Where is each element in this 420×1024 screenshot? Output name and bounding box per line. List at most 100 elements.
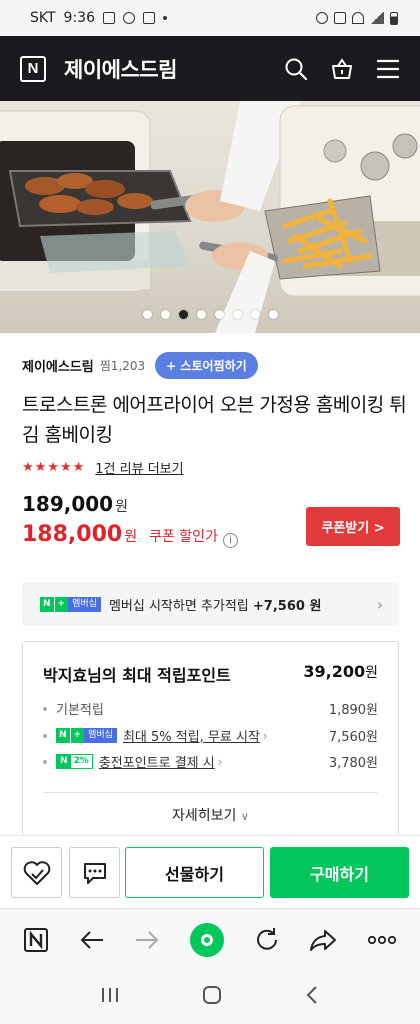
points-row-basic: 기본적립 1,890원 [43, 699, 378, 718]
naver-pay-2percent-badge: N 2% [56, 754, 93, 769]
carousel-dot[interactable] [214, 310, 224, 319]
points-total: 39,200원 [303, 662, 378, 686]
cart-icon[interactable] [330, 57, 354, 81]
android-navigation-bar [0, 970, 420, 1024]
mute-icon [334, 12, 346, 24]
home-button-icon[interactable] [201, 984, 223, 1010]
signal-icon [370, 12, 384, 24]
points-row-value: 7,560원 [328, 730, 378, 745]
camera-notification-icon [143, 12, 155, 24]
rating-row: ★★★★★ 1건 리뷰 더보기 [22, 458, 184, 477]
carousel-dot[interactable] [232, 310, 242, 319]
points-title: 박지효님의 최대 적립포인트 [43, 666, 231, 685]
max-points-box: 박지효님의 최대 적립포인트 39,200원 기본적립 1,890원 N + 멤버십… [22, 641, 399, 836]
carousel-dot-active[interactable] [178, 310, 188, 319]
sale-price: 188,000 원 쿠폰 할인가 i [22, 522, 238, 548]
currency-unit: 원 [115, 499, 128, 515]
store-title[interactable]: 제이에스드림 [64, 54, 177, 84]
talk-talk-button[interactable] [69, 847, 120, 898]
battery-icon [390, 11, 398, 25]
back-arrow-icon[interactable] [79, 929, 105, 951]
points-total-value: 39,200 [303, 662, 366, 681]
membership-banner[interactable]: N + 멤버십 멤버십 시작하면 추가적립 +7,560 원 › [22, 582, 399, 626]
naver-logo-icon[interactable]: N [20, 55, 46, 82]
coupon-price-label: 쿠폰 할인가 [149, 529, 218, 545]
chevron-down-icon: ∨ [240, 810, 249, 823]
carousel-indicator [0, 310, 420, 319]
bullet-icon [43, 706, 47, 711]
badge-plus-text: + [53, 596, 69, 612]
forward-arrow-icon[interactable] [134, 929, 160, 951]
detail-label: 자세히보기 [172, 808, 237, 824]
review-link[interactable]: 1건 리뷰 더보기 [95, 458, 183, 477]
points-unit: 원 [365, 665, 378, 681]
badge2-pct-text: 2% [73, 756, 89, 766]
product-title: 트로스트론 에어프라이어 오븐 가정용 홈베이킹 튀김 홈베이킹 [22, 394, 407, 446]
naver-home-icon[interactable] [23, 927, 49, 953]
wishlist-button[interactable] [11, 847, 62, 898]
carousel-dot[interactable] [160, 310, 170, 319]
carousel-dot[interactable] [250, 310, 260, 319]
bullet-icon [43, 759, 47, 764]
more-menu-icon[interactable] [367, 935, 397, 945]
points-row-value: 3,780원 [328, 756, 378, 771]
heart-check-icon [23, 860, 50, 885]
zzim-count: 찜1,203 [99, 359, 146, 373]
store-header: N 제이에스드림 [0, 36, 420, 101]
naver-plus-membership-badge: N + 멤버십 [40, 596, 101, 612]
badge-n-text: N [56, 728, 70, 743]
purchase-action-bar: 선물하기 구매하기 [0, 835, 420, 908]
share-icon[interactable] [309, 928, 337, 952]
gallery-notification-icon [103, 12, 115, 24]
gift-button[interactable]: 선물하기 [125, 847, 264, 898]
back-button-icon[interactable] [304, 984, 320, 1010]
info-icon[interactable]: i [222, 533, 238, 548]
points-row-label: 기본적립 [56, 703, 104, 718]
points-row-membership[interactable]: N + 멤버십 최대 5% 적립, 무료 시작 › 7,560원 [43, 726, 378, 745]
chat-bubble-icon [83, 862, 106, 884]
sale-price-value: 188,000 [22, 522, 123, 547]
clock: 9:36 [63, 10, 95, 26]
coupon-download-button[interactable]: 쿠폰받기 > [306, 507, 400, 546]
divider [43, 792, 378, 793]
badge2-n-text: N [57, 755, 71, 768]
currency-unit: 원 [124, 529, 138, 545]
more-notifications-icon [163, 16, 167, 20]
product-image-carousel[interactable] [0, 101, 420, 333]
app-notification-icon [123, 12, 135, 24]
menu-icon[interactable] [376, 58, 400, 80]
store-name-link[interactable]: 제이에스드림 [22, 356, 94, 375]
search-icon[interactable] [284, 57, 308, 81]
product-photo [0, 101, 420, 333]
carousel-dot[interactable] [268, 310, 278, 319]
star-rating-icon: ★★★★★ [22, 460, 86, 475]
store-follow-button[interactable]: + 스토어찜하기 [155, 352, 258, 379]
alarm-icon [316, 12, 328, 24]
naver-plus-membership-badge: N + 멤버십 [56, 728, 117, 743]
buy-button[interactable]: 구매하기 [270, 847, 409, 898]
charge-points-link[interactable]: 충전포인트로 결제 시 [99, 752, 215, 771]
points-header: 박지효님의 최대 적립포인트 39,200원 [43, 662, 378, 686]
original-price: 189,000 원 [22, 492, 128, 516]
membership-points-link[interactable]: 최대 5% 적립, 무료 시작 [123, 726, 260, 745]
membership-text: 멤버십 시작하면 추가적립 +7,560 원 [109, 595, 321, 614]
badge-membership-text: 멤버십 [84, 728, 117, 743]
store-info-row: 제이에스드림 찜1,203 + 스토어찜하기 [22, 352, 258, 379]
original-price-value: 189,000 [22, 492, 114, 516]
recent-apps-icon[interactable] [100, 986, 120, 1008]
membership-amount: +7,560 원 [252, 598, 322, 614]
bullet-icon [43, 733, 47, 738]
browser-toolbar [0, 908, 420, 970]
badge-membership-text: 멤버십 [68, 596, 101, 612]
refresh-icon[interactable] [254, 927, 280, 953]
green-dot-search-icon[interactable] [189, 922, 224, 957]
status-bar: SKT 9:36 [0, 0, 420, 36]
membership-message: 멤버십 시작하면 추가적립 [108, 598, 249, 614]
points-row-charge[interactable]: N 2% 충전포인트로 결제 시 › 3,780원 [43, 752, 378, 771]
carousel-dot[interactable] [196, 310, 206, 319]
wifi-icon [352, 12, 364, 24]
carousel-dot[interactable] [142, 310, 152, 319]
points-row-value: 1,890원 [328, 703, 378, 718]
points-detail-toggle[interactable]: 자세히보기 ∨ [23, 805, 398, 825]
badge-n-text: N [40, 596, 54, 612]
